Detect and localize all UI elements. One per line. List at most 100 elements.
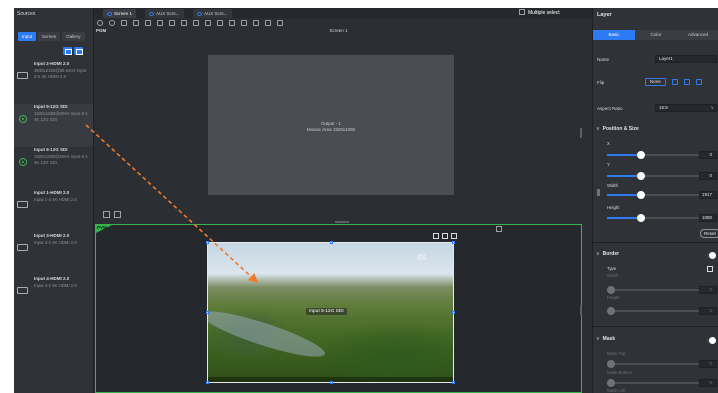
tab-aux-screen-1[interactable]: AUX Scre... <box>145 9 184 18</box>
splitter-handle[interactable] <box>335 221 349 223</box>
resize-handle[interactable] <box>206 241 209 244</box>
layer-lock-icon[interactable] <box>103 211 110 218</box>
mask-bottom-input[interactable]: 0 <box>699 379 717 387</box>
slider-knob[interactable] <box>607 379 615 387</box>
slider-knob[interactable] <box>607 307 615 315</box>
save-icon[interactable] <box>193 20 199 26</box>
zoom-in-icon[interactable] <box>97 20 103 26</box>
template-icon[interactable] <box>217 20 223 26</box>
border-toggle[interactable] <box>706 252 716 259</box>
slider-knob[interactable] <box>637 214 645 222</box>
multiple-select-checkbox[interactable]: Multiple select <box>519 9 560 18</box>
flip-vertical-icon[interactable] <box>683 79 690 85</box>
tab-input[interactable]: Input <box>18 32 37 41</box>
height-value-input[interactable]: 1080 <box>699 214 717 222</box>
x-slider[interactable] <box>607 151 699 159</box>
freeze-icon[interactable] <box>241 20 247 26</box>
input-item-5[interactable]: Input 5-12G SDI 1920x1080@60Hz Input 5-1… <box>14 104 93 147</box>
layer-lock-icon[interactable] <box>433 233 439 239</box>
hdmi-icon <box>17 201 28 208</box>
slider-knob[interactable] <box>607 360 615 368</box>
layer-icon[interactable] <box>145 20 151 26</box>
flip-horizontal-icon[interactable] <box>671 79 678 85</box>
resize-handle[interactable] <box>206 311 209 314</box>
tab-advanced[interactable]: Advanced <box>677 30 718 40</box>
copy-icon[interactable] <box>157 20 163 26</box>
resize-handle[interactable] <box>206 381 209 384</box>
width-value-input[interactable]: 1917 <box>699 191 717 199</box>
close-icon[interactable] <box>121 20 127 26</box>
border-height-input[interactable]: 2 <box>699 307 717 315</box>
mask-bottom-slider[interactable] <box>607 379 699 387</box>
resize-handle[interactable] <box>330 241 333 244</box>
fullscreen-icon[interactable] <box>496 226 502 232</box>
input-name: Input 2-HDMI 2.0 <box>34 61 70 66</box>
flip-both-icon[interactable] <box>695 79 702 85</box>
zoom-out-icon[interactable] <box>109 20 115 26</box>
slider-knob[interactable] <box>607 286 615 294</box>
pvw-layer[interactable]: 4K Input 5-12G SDI <box>207 242 454 383</box>
position-size-header[interactable]: ∨ Position & Size <box>596 126 639 132</box>
tab-gallery[interactable]: Gallery <box>62 32 85 41</box>
tab-basic[interactable]: Basic <box>593 30 635 40</box>
tab-screen-1[interactable]: Screen 1 <box>103 9 137 18</box>
input-item-4[interactable]: Input 4-HDMI 2.0 Input 4-2 4K HDMI 2.0 <box>14 276 93 319</box>
border-type-label: Type <box>607 266 617 271</box>
x-value-input[interactable]: 0 <box>699 151 717 159</box>
mask-top-slider[interactable] <box>607 360 699 368</box>
tab-color[interactable]: Color <box>635 30 677 40</box>
layer-name-input[interactable]: Layer1 <box>655 55 717 63</box>
pgm-canvas[interactable]: Output - 1 Mosaic Area 1920x1080 <box>208 55 454 195</box>
input-item-1[interactable]: Input 1-HDMI 2.0 Input 1-2 4K HDMI 2.0 <box>14 190 93 233</box>
grid-view-icon[interactable] <box>74 47 83 55</box>
y-value-input[interactable]: 0 <box>699 172 717 180</box>
name-label: Name <box>597 57 610 62</box>
eye-icon <box>149 12 154 16</box>
border-type-swatch[interactable] <box>707 266 713 272</box>
grid-icon[interactable] <box>205 20 211 26</box>
aspect-ratio-select[interactable]: 16:9 ∨ <box>655 104 717 112</box>
slider-knob[interactable] <box>637 172 645 180</box>
input-item-3[interactable]: Input 3-HDMI 2.0 Input 3-2 4K HDMI 2.0 <box>14 233 93 276</box>
resize-handle[interactable] <box>452 381 455 384</box>
input-item-6[interactable]: Input 6-12G SDI 1920x1080@60Hz Input 6-1… <box>14 147 93 190</box>
camera-icon[interactable] <box>114 211 121 218</box>
border-width-slider[interactable] <box>607 286 699 294</box>
screen-tab-strip: Screen 1 AUX Scre... AUX Scre... Multipl… <box>95 8 592 18</box>
mask-header[interactable]: ∨ Mask <box>596 336 615 342</box>
height-slider[interactable] <box>607 214 699 222</box>
resize-handle[interactable] <box>452 311 455 314</box>
reset-button[interactable]: Reset <box>700 229 718 238</box>
border-width-input[interactable]: 2 <box>699 286 717 294</box>
mask-top-input[interactable]: 0 <box>699 360 717 368</box>
layer-grid-icon[interactable] <box>442 233 448 239</box>
flip-none-button[interactable]: None <box>645 78 666 86</box>
screen-icon[interactable] <box>229 20 235 26</box>
tab-screen[interactable]: Screen <box>38 32 61 41</box>
lock-icon[interactable] <box>265 20 271 26</box>
width-lock-handle[interactable] <box>597 189 600 196</box>
slider-knob[interactable] <box>637 151 645 159</box>
link-icon[interactable] <box>181 20 187 26</box>
y-slider[interactable] <box>607 172 699 180</box>
border-height-slider[interactable] <box>607 307 699 315</box>
warning-icon[interactable] <box>253 20 259 26</box>
chevron-down-icon: ∨ <box>596 126 600 132</box>
fit-icon[interactable] <box>133 20 139 26</box>
delete-icon[interactable] <box>451 233 457 239</box>
border-header[interactable]: ∨ Border <box>596 251 619 257</box>
input-item-2[interactable]: Input 2-HDMI 2.0 3840x2160@59.94Hz Input… <box>14 61 93 104</box>
width-slider[interactable] <box>607 191 699 199</box>
export-icon[interactable] <box>277 20 283 26</box>
vertical-scrollbar[interactable] <box>580 305 582 315</box>
paste-icon[interactable] <box>169 20 175 26</box>
vertical-scrollbar[interactable] <box>580 128 582 138</box>
tab-aux-screen-2[interactable]: AUX Scre... <box>193 9 232 18</box>
resize-handle[interactable] <box>452 241 455 244</box>
slider-knob[interactable] <box>637 191 645 199</box>
list-view-icon[interactable] <box>63 47 72 55</box>
input-name: Input 1-HDMI 2.0 <box>34 190 70 195</box>
resize-handle[interactable] <box>330 381 333 384</box>
eye-icon <box>197 12 202 16</box>
mask-toggle[interactable] <box>706 337 716 344</box>
